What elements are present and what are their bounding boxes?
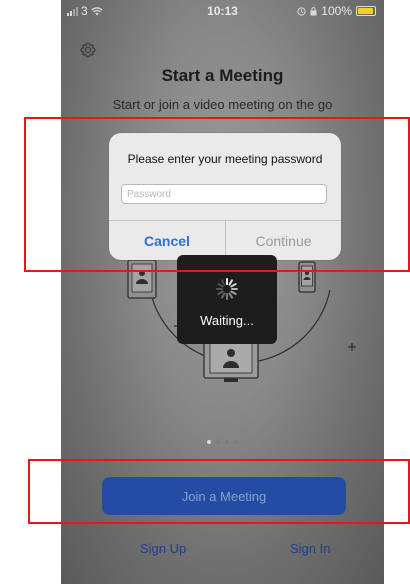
- page-dot[interactable]: [216, 440, 220, 444]
- page-title: Start a Meeting: [161, 66, 284, 85]
- spinner-icon: [216, 278, 238, 300]
- gear-icon[interactable]: [78, 40, 98, 60]
- page-dot[interactable]: [234, 440, 238, 444]
- monitor-device-icon: [203, 337, 259, 382]
- password-input[interactable]: [121, 184, 327, 204]
- phone-device-icon: [298, 261, 316, 293]
- alarm-icon: [297, 6, 306, 16]
- page-subtitle: Start or join a video meeting on the go: [112, 97, 333, 112]
- password-dialog: Please enter your meeting password Cance…: [109, 133, 341, 260]
- join-meeting-button[interactable]: Join a Meeting: [102, 477, 346, 515]
- status-right: 100%: [297, 4, 376, 18]
- sign-up-link[interactable]: Sign Up: [140, 541, 186, 556]
- status-bar: 3 10:13 100%: [61, 0, 384, 22]
- phone-screen: 3 10:13 100% Start a Meeting Start or jo…: [61, 0, 384, 584]
- page: 3 10:13 100% Start a Meeting Start or jo…: [0, 0, 410, 584]
- tablet-device-icon: [127, 259, 157, 299]
- battery-icon: [356, 6, 376, 16]
- battery-percentage: 100%: [321, 4, 352, 18]
- waiting-indicator: Waiting...: [177, 255, 277, 344]
- page-indicator: [61, 440, 384, 444]
- waiting-label: Waiting...: [200, 313, 254, 328]
- dialog-message: Please enter your meeting password: [127, 152, 323, 166]
- lock-icon: [310, 6, 317, 15]
- page-dot[interactable]: [225, 440, 229, 444]
- sign-in-link[interactable]: Sign In: [290, 541, 330, 556]
- page-dot[interactable]: [207, 440, 211, 444]
